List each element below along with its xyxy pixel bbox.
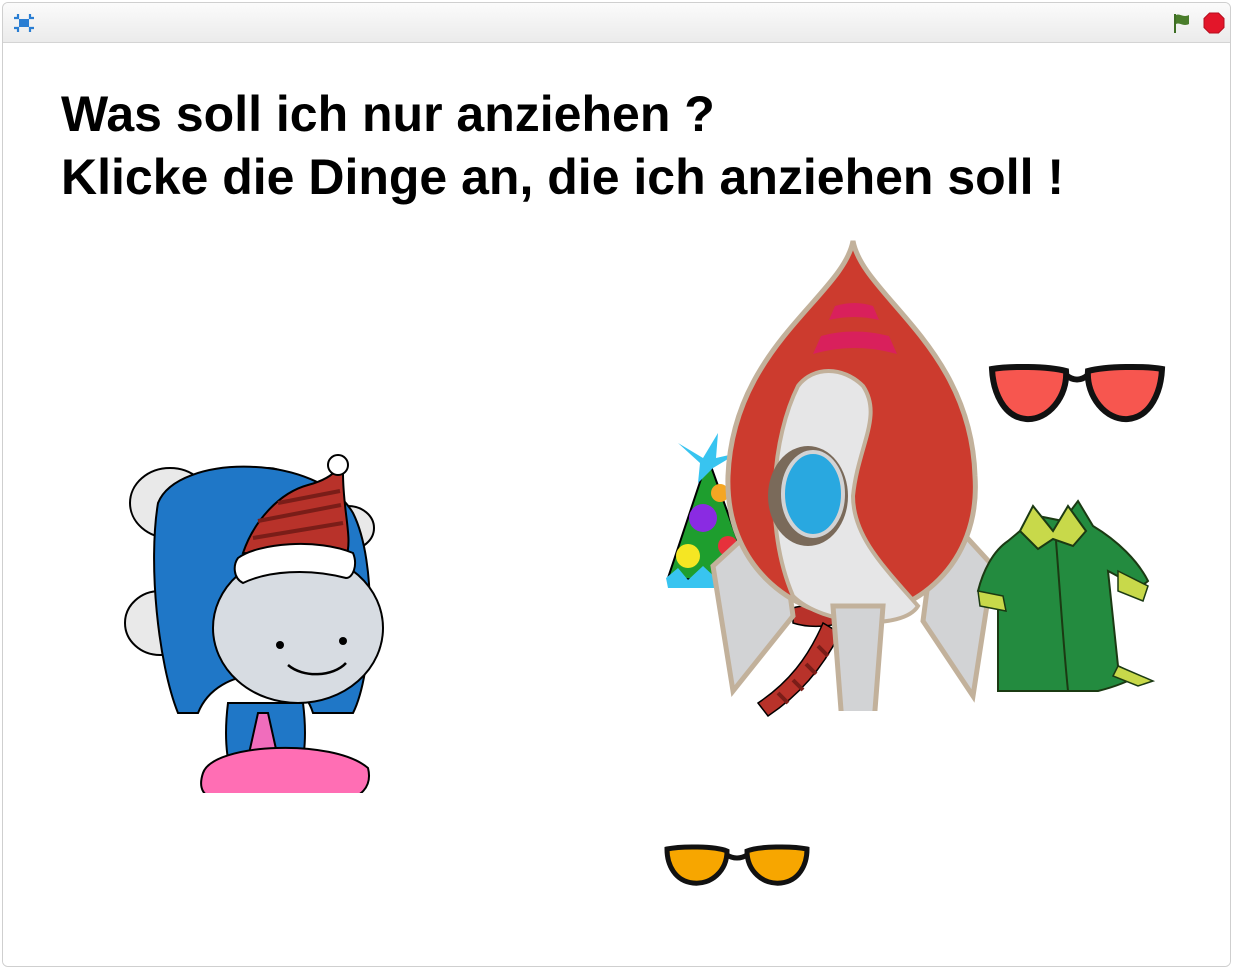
rocket-sprite[interactable] <box>703 236 993 711</box>
green-flag-icon[interactable] <box>1169 10 1195 36</box>
prompt-line-2: Klicke die Dinge an, die ich anziehen so… <box>61 149 1065 205</box>
fullscreen-icon[interactable] <box>11 10 37 36</box>
player-window: Was soll ich nur anziehen ? Klicke die D… <box>2 2 1231 967</box>
stage-prompt: Was soll ich nur anziehen ? Klicke die D… <box>61 83 1064 209</box>
stop-icon[interactable] <box>1201 10 1227 36</box>
green-coat-sprite[interactable] <box>968 491 1163 706</box>
girl-sprite[interactable] <box>118 413 388 793</box>
player-toolbar <box>3 3 1230 43</box>
red-sunglasses-sprite[interactable] <box>988 361 1166 431</box>
orange-sunglasses-sprite[interactable] <box>663 843 811 889</box>
prompt-line-1: Was soll ich nur anziehen ? <box>61 86 715 142</box>
stage[interactable]: Was soll ich nur anziehen ? Klicke die D… <box>3 43 1230 966</box>
